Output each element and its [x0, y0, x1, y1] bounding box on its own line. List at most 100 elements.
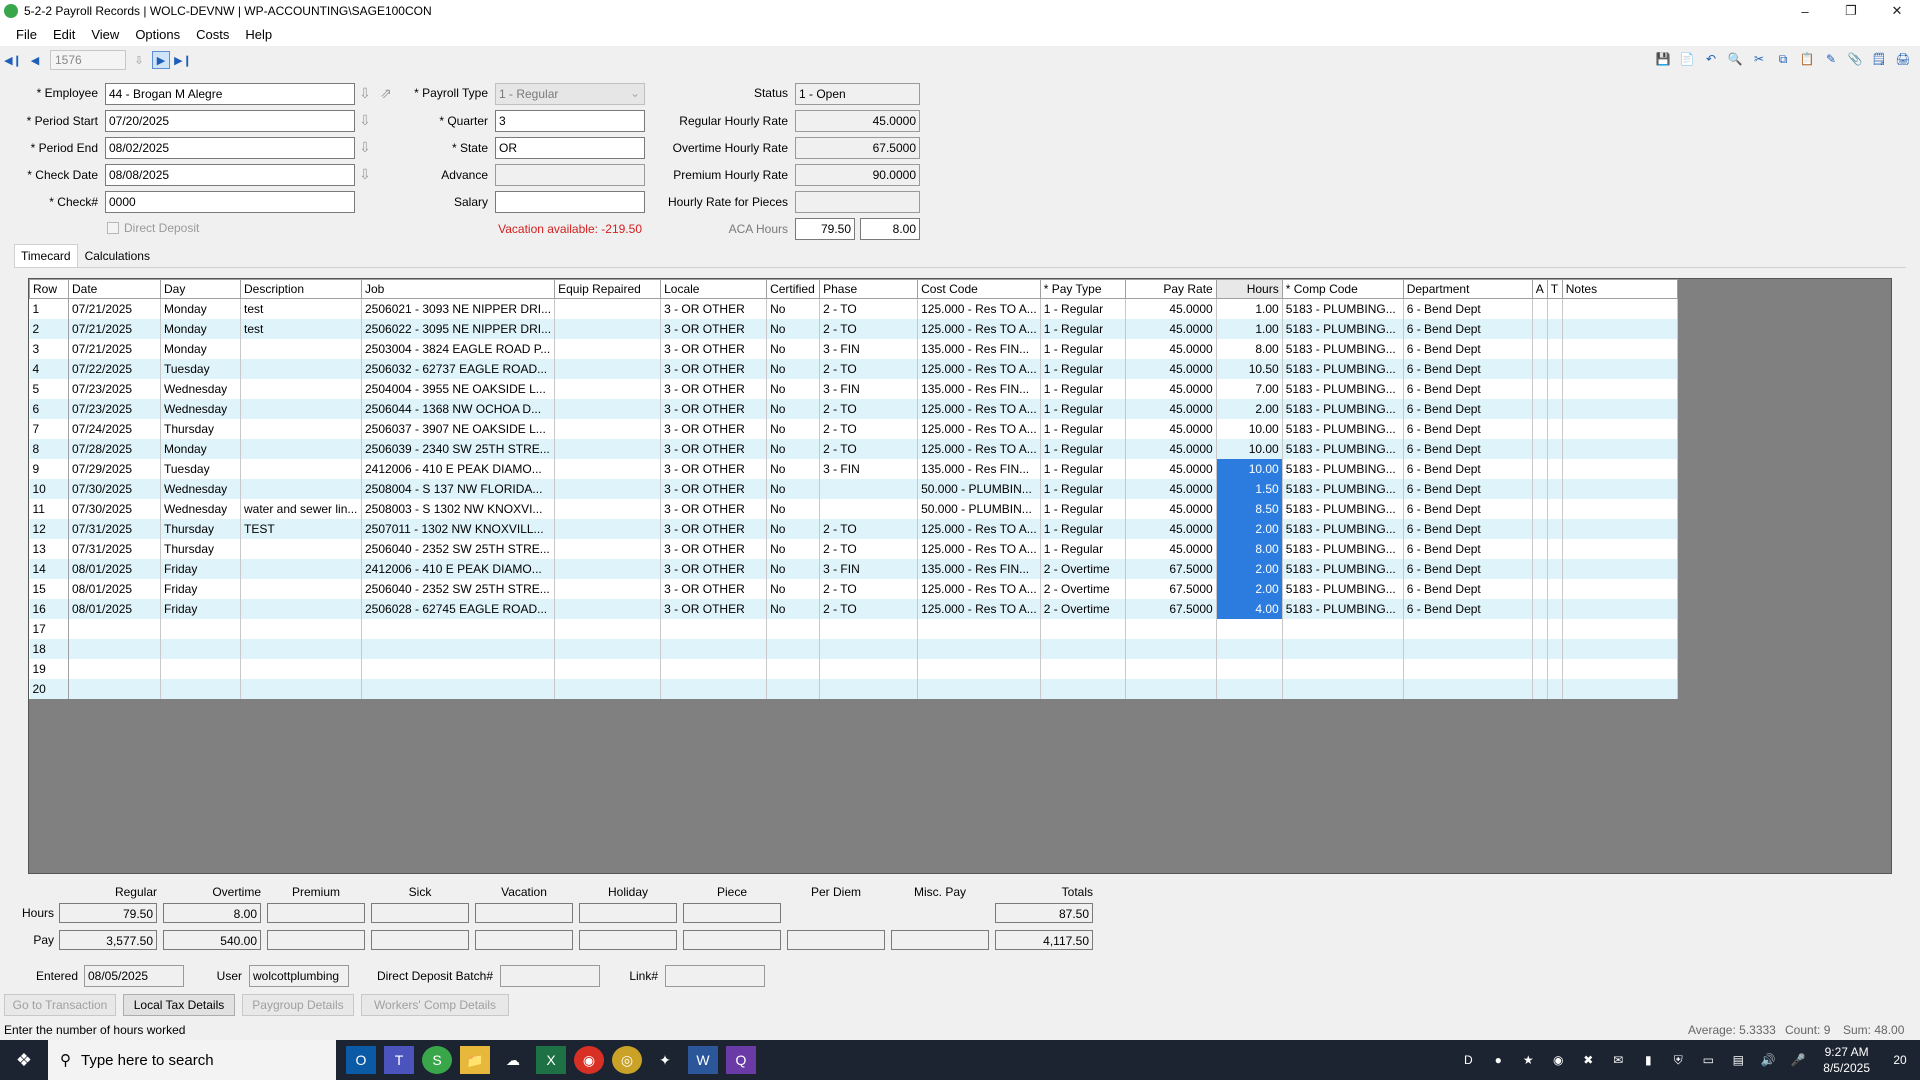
table-cell[interactable]: [1547, 458, 1563, 479]
attachment-icon[interactable]: 📎: [1844, 48, 1866, 70]
table-cell[interactable]: Wednesday: [160, 398, 241, 419]
table-cell[interactable]: 2508003 - S 1302 NW KNOXVI...: [361, 498, 556, 519]
table-cell[interactable]: 07/21/2025: [68, 298, 161, 319]
table-cell[interactable]: No: [766, 438, 821, 459]
table-row[interactable]: 18: [29, 638, 1678, 659]
maximize-button[interactable]: ❐: [1828, 0, 1874, 22]
table-cell[interactable]: [1532, 458, 1548, 479]
table-cell[interactable]: [1403, 678, 1533, 699]
table-cell[interactable]: [1532, 298, 1548, 319]
table-cell[interactable]: 6 - Bend Dept: [1403, 598, 1533, 619]
table-cell[interactable]: 1 - Regular: [1040, 458, 1126, 479]
table-cell[interactable]: [1562, 638, 1678, 659]
table-row[interactable]: 6 07/23/2025 Wednesday 2506044 - 1368 NW OC…: [29, 398, 1678, 419]
table-cell[interactable]: [1547, 418, 1563, 439]
menu-help[interactable]: Help: [237, 27, 280, 42]
table-cell[interactable]: [554, 358, 662, 379]
table-cell[interactable]: No: [766, 538, 821, 559]
table-cell[interactable]: Wednesday: [160, 498, 241, 519]
table-row[interactable]: 15 08/01/2025 Friday 2506040 - 2352 SW 25TH…: [29, 578, 1678, 599]
table-cell[interactable]: 2 - TO: [819, 438, 919, 459]
quarter-field[interactable]: 3: [495, 110, 645, 132]
microphone-icon[interactable]: 🎤: [1783, 1053, 1813, 1067]
table-row[interactable]: 7 07/24/2025 Thursday 2506037 - 3907 NE OAK…: [29, 418, 1678, 439]
table-cell[interactable]: [1532, 558, 1548, 579]
table-cell[interactable]: Tuesday: [160, 458, 241, 479]
table-cell[interactable]: Tuesday: [160, 358, 241, 379]
table-cell[interactable]: [819, 638, 919, 659]
period-start-field[interactable]: 07/20/2025: [105, 110, 355, 132]
table-cell[interactable]: [1547, 498, 1563, 519]
network-icon[interactable]: ▤: [1723, 1053, 1753, 1067]
table-cell[interactable]: 2504004 - 3955 NE OAKSIDE L...: [361, 378, 556, 399]
table-cell[interactable]: 67.5000: [1125, 578, 1217, 599]
table-cell[interactable]: 2508004 - S 137 NW FLORIDA...: [361, 478, 556, 499]
table-cell[interactable]: 3 - OR OTHER: [660, 398, 768, 419]
table-cell[interactable]: test: [240, 298, 362, 319]
table-cell[interactable]: 1 - Regular: [1040, 538, 1126, 559]
table-cell[interactable]: [1562, 538, 1678, 559]
table-cell[interactable]: [766, 638, 821, 659]
table-cell[interactable]: [160, 638, 241, 659]
table-cell[interactable]: 2.00: [1216, 578, 1283, 599]
table-cell[interactable]: 125.000 - Res TO A...: [917, 518, 1041, 539]
table-cell[interactable]: [766, 658, 821, 679]
table-cell[interactable]: [1532, 538, 1548, 559]
table-cell[interactable]: 2506021 - 3093 NE NIPPER DRI...: [361, 298, 556, 319]
table-cell[interactable]: 6 - Bend Dept: [1403, 438, 1533, 459]
table-cell[interactable]: [1125, 638, 1217, 659]
table-cell[interactable]: [1562, 558, 1678, 579]
column-header[interactable]: A: [1531, 279, 1548, 299]
notes-icon[interactable]: 🗒: [1868, 48, 1890, 70]
table-cell[interactable]: 5183 - PLUMBING...: [1282, 338, 1404, 359]
outlook-icon[interactable]: O: [346, 1046, 376, 1074]
table-cell[interactable]: [1547, 578, 1563, 599]
table-cell[interactable]: 2506040 - 2352 SW 25TH STRE...: [361, 538, 556, 559]
table-cell[interactable]: 07/22/2025: [68, 358, 161, 379]
last-record-icon[interactable]: ▶❙: [174, 51, 192, 69]
table-cell[interactable]: 2 - Overtime: [1040, 598, 1126, 619]
table-cell[interactable]: 8.50: [1216, 498, 1283, 519]
menu-view[interactable]: View: [83, 27, 127, 42]
table-cell[interactable]: Monday: [160, 338, 241, 359]
menu-file[interactable]: File: [8, 27, 45, 42]
column-header[interactable]: * Comp Code: [1281, 279, 1404, 299]
column-header[interactable]: Day: [160, 279, 241, 299]
table-cell[interactable]: No: [766, 478, 821, 499]
table-cell[interactable]: [1282, 638, 1404, 659]
table-cell[interactable]: 4.00: [1216, 598, 1283, 619]
table-cell[interactable]: [1547, 398, 1563, 419]
table-cell[interactable]: 3 - FIN: [819, 378, 919, 399]
table-cell[interactable]: Friday: [160, 558, 241, 579]
app-icon[interactable]: ◎: [612, 1046, 642, 1074]
table-cell[interactable]: 1 - Regular: [1040, 318, 1126, 339]
column-header[interactable]: Department: [1402, 279, 1533, 299]
table-cell[interactable]: [1040, 678, 1126, 699]
table-row[interactable]: 13 07/31/2025 Thursday 2506040 - 2352 SW 25…: [29, 538, 1678, 559]
table-cell[interactable]: 5183 - PLUMBING...: [1282, 298, 1404, 319]
table-cell[interactable]: 125.000 - Res TO A...: [917, 598, 1041, 619]
table-cell[interactable]: [554, 438, 662, 459]
table-cell[interactable]: [554, 558, 662, 579]
column-header[interactable]: Pay Rate: [1124, 279, 1217, 299]
table-cell[interactable]: 45.0000: [1125, 358, 1217, 379]
table-cell[interactable]: 2 - TO: [819, 418, 919, 439]
table-row[interactable]: 16 08/01/2025 Friday 2506028 - 62745 EAGLE …: [29, 598, 1678, 619]
employee-field[interactable]: 44 - Brogan M Alegre: [105, 83, 355, 105]
lookup-arrow-icon[interactable]: ⇩: [357, 85, 373, 103]
table-cell[interactable]: [361, 658, 556, 679]
table-cell[interactable]: test: [240, 318, 362, 339]
table-cell[interactable]: No: [766, 598, 821, 619]
file-explorer-icon[interactable]: 📁: [460, 1046, 490, 1074]
table-cell[interactable]: [1562, 458, 1678, 479]
table-cell[interactable]: Monday: [160, 438, 241, 459]
table-cell[interactable]: 10.00: [1216, 438, 1283, 459]
table-cell[interactable]: [1403, 618, 1533, 639]
copy-icon[interactable]: ⧉: [1772, 48, 1794, 70]
find-icon[interactable]: 🔍: [1724, 48, 1746, 70]
table-cell[interactable]: [1562, 598, 1678, 619]
table-cell[interactable]: 5183 - PLUMBING...: [1282, 498, 1404, 519]
next-record-icon[interactable]: ▶: [152, 51, 170, 69]
table-cell[interactable]: Thursday: [160, 418, 241, 439]
column-header[interactable]: Hours: [1215, 279, 1283, 299]
